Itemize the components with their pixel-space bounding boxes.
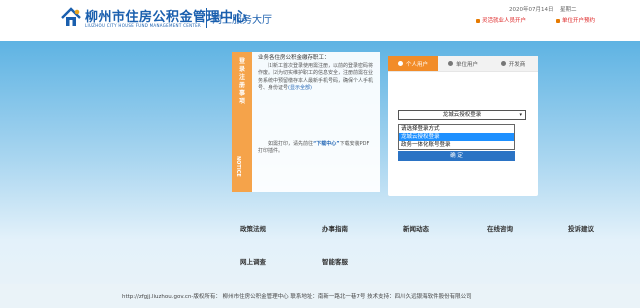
unemployed-account-link[interactable]: 灵活就业人员开户 [476, 16, 526, 24]
user-icon [397, 61, 403, 66]
company-appointment-link[interactable]: 单位开户预约 [556, 16, 595, 24]
person-icon [476, 18, 480, 23]
login-option-gov-account[interactable]: 政务一体化账号登录 [399, 141, 514, 149]
notice-body: ⑴新工首次登录使用需注册，以前的登录密码将作废。⑵为切实维护职工的信息安全，注册… [258, 63, 374, 94]
developer-icon [500, 61, 506, 66]
login-tabs: 个人用户 单位用户 开发商 [388, 56, 538, 72]
tab-company-user[interactable]: 单位用户 [438, 56, 488, 71]
logo-house-icon [61, 7, 81, 26]
notice-vertical-char: 注 [238, 74, 245, 81]
nav-news[interactable]: 新闻动态 [403, 223, 429, 233]
login-method-value: 龙城云授权登录 [442, 112, 482, 118]
company-appointment-label: 单位开户预约 [562, 18, 596, 24]
show-all-link[interactable]: (显示全部) [288, 85, 312, 91]
print-instruction: 如需打印，请先前往“下载中心”下载安装PDF打印插件。 [258, 141, 374, 156]
login-method-dropdown: 请选择登录方式 龙城云授权登录 政务一体化账号登录 [398, 124, 515, 150]
current-weekday: 星期二 [560, 7, 577, 13]
tab-personal-label: 个人用户 [405, 61, 428, 68]
unemployed-account-label: 灵活就业人员开户 [482, 18, 527, 24]
notice-paragraph: ⑴新工首次登录使用需注册，以前的登录密码将作废。⑵为切实维护职工的信息安全，注册… [258, 63, 374, 93]
confirm-button[interactable]: 确 定 [398, 151, 515, 161]
nav-policy[interactable]: 政策法规 [240, 223, 266, 233]
nav-consult[interactable]: 在线咨询 [487, 223, 513, 233]
login-option-placeholder[interactable]: 请选择登录方式 [399, 125, 514, 133]
notice-vertical-char: 册 [238, 82, 245, 89]
current-date: 2020年07月14日 [509, 7, 554, 13]
notice-heading: 业务各住房公积金缴存职工： [258, 55, 330, 61]
notice-vertical-title: 登 录 注 册 事 项 [238, 58, 246, 106]
notice-paragraph-text: ⑴新工首次登录使用需注册，以前的登录密码将作废。⑵为切实维护职工的信息安全，注册… [258, 63, 374, 92]
logo-subtitle: LIUZHOU CITY HOUSE FUND MANAGEMENT CENTE… [85, 23, 202, 28]
tab-personal-user[interactable]: 个人用户 [388, 56, 438, 71]
logo-divider [206, 8, 207, 28]
service-hall-title: 网上服务大厅 [212, 15, 272, 26]
notice-vertical-char: 录 [238, 66, 245, 73]
nav-complaint[interactable]: 投诉建议 [568, 223, 594, 233]
notice-vertical-char: 事 [238, 90, 245, 97]
nav-guide[interactable]: 办事指南 [322, 223, 348, 233]
tab-company-label: 单位用户 [455, 61, 478, 68]
nav-smart-service[interactable]: 智能客服 [322, 256, 348, 266]
notice-strip: 登 录 注 册 事 项 NOTICE [232, 52, 252, 192]
building-icon [447, 61, 453, 66]
login-method-select[interactable]: 龙城云授权登录 ▾ [398, 110, 526, 120]
calendar-icon [556, 18, 560, 23]
site-header: 柳州市住房公积金管理中心 LIUZHOU CITY HOUSE FUND MAN… [0, 0, 640, 41]
download-center-link[interactable]: “下载中心” [313, 141, 340, 147]
nav-survey[interactable]: 网上调查 [240, 256, 266, 266]
chevron-down-icon: ▾ [519, 112, 522, 118]
notice-vertical-char: 登 [238, 58, 245, 65]
print-prefix: 如需打印，请先前往 [268, 141, 314, 147]
login-option-longcheng[interactable]: 龙城云授权登录 [399, 133, 514, 141]
notice-label: NOTICE [235, 156, 241, 177]
footer-text: http://zfgjj.liuzhou.gov.cn-版权所有： 柳州市住房公… [122, 294, 472, 300]
notice-vertical-char: 项 [238, 98, 245, 105]
tab-developer[interactable]: 开发商 [488, 56, 538, 71]
tab-developer-label: 开发商 [508, 61, 526, 68]
